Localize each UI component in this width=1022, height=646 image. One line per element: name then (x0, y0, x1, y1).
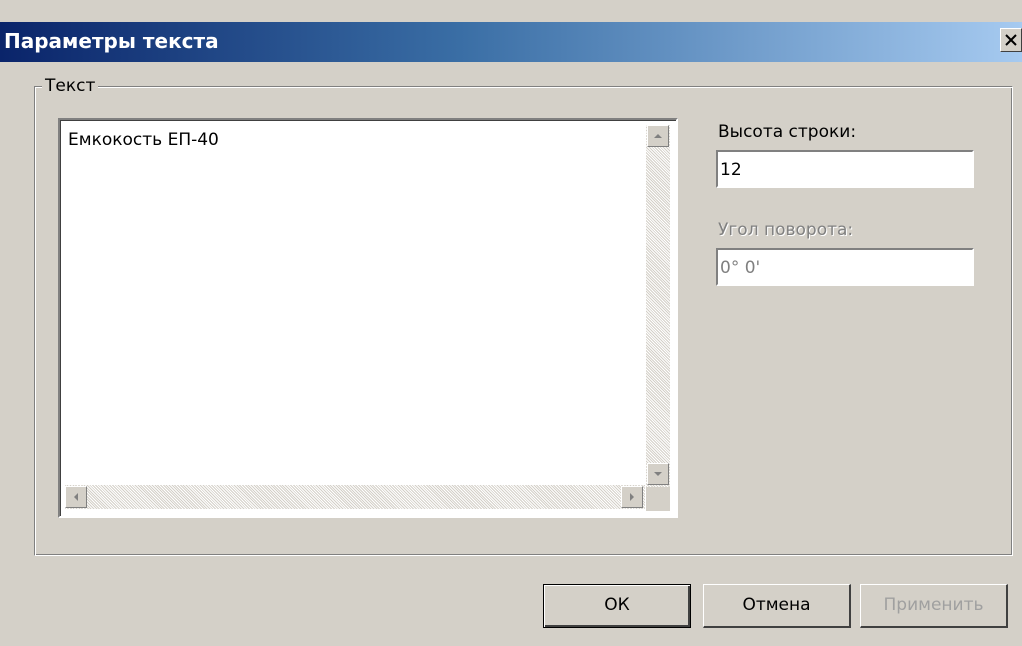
rotation-angle-value: 0° 0' (720, 258, 761, 278)
arrow-down-icon (654, 472, 662, 476)
arrow-right-icon (630, 493, 634, 501)
memo-text[interactable]: Емкокость ЕП-40 (68, 129, 219, 151)
arrow-up-icon (654, 134, 662, 138)
arrow-left-icon (74, 493, 78, 501)
horizontal-scrollbar[interactable] (65, 485, 645, 509)
memo-frame: Емкокость ЕП-40 (60, 120, 676, 516)
scroll-down-button[interactable] (647, 463, 669, 485)
title-bar[interactable]: Параметры текста (0, 22, 1022, 62)
line-height-input[interactable]: 12 (716, 150, 974, 188)
close-icon (1005, 34, 1017, 46)
cancel-button[interactable]: Отмена (703, 584, 851, 628)
apply-button: Применить (860, 584, 1008, 628)
scrollbar-corner (646, 487, 670, 511)
vertical-scrollbar[interactable] (646, 125, 670, 487)
text-memo[interactable]: Емкокость ЕП-40 (58, 118, 678, 518)
line-height-value: 12 (720, 160, 742, 180)
groupbox-label: Текст (42, 76, 99, 96)
scroll-right-button[interactable] (621, 486, 643, 508)
scroll-up-button[interactable] (647, 125, 669, 147)
ok-button[interactable]: ОК (543, 584, 691, 628)
text-parameters-dialog: Параметры текста Текст Емкокость ЕП-40 В… (0, 0, 1022, 646)
close-button[interactable] (1000, 28, 1022, 52)
scroll-left-button[interactable] (65, 486, 87, 508)
rotation-angle-label: Угол поворота: (718, 220, 854, 240)
window-title: Параметры текста (4, 29, 219, 53)
rotation-angle-input: 0° 0' (716, 248, 974, 286)
line-height-label: Высота строки: (718, 122, 857, 142)
